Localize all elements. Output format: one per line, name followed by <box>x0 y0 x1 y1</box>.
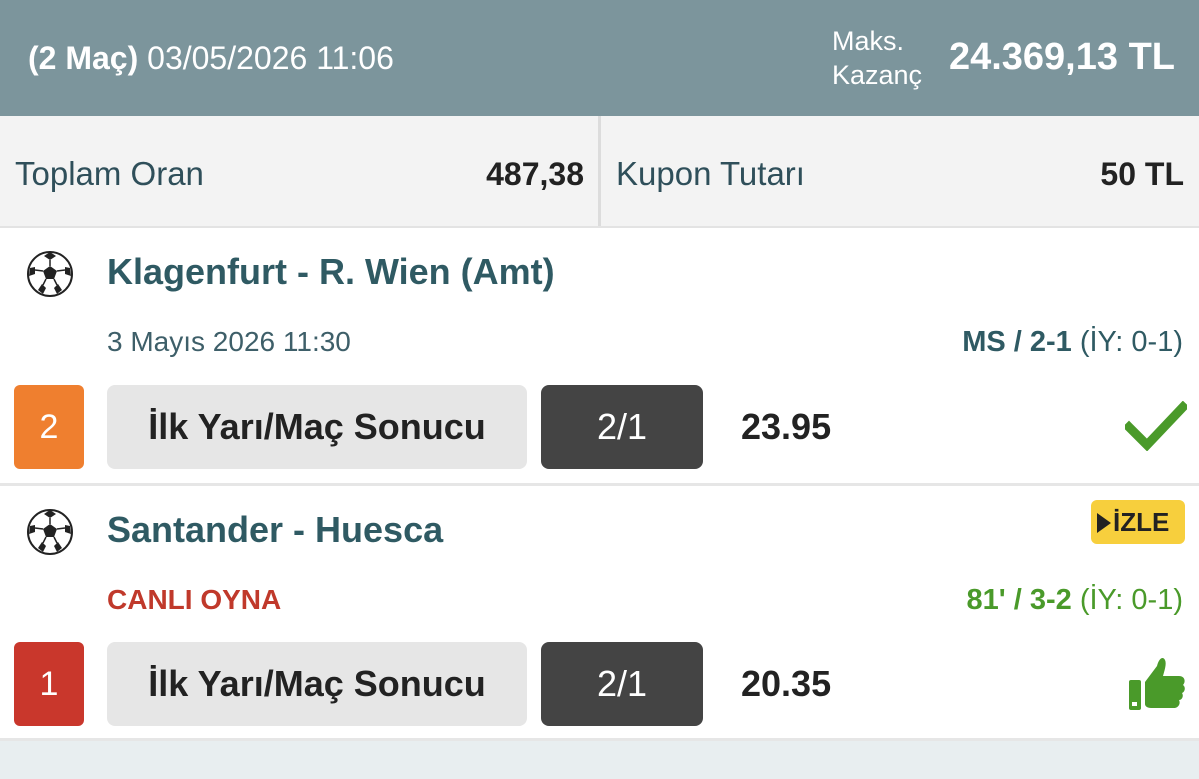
bet-number-badge: 2 <box>14 385 84 469</box>
thumbs-up-icon <box>1129 658 1185 710</box>
match-score: MS / 2-1 (İY: 0-1) <box>962 325 1183 359</box>
live-play-link[interactable]: CANLI OYNA <box>107 583 281 617</box>
bet-market: İlk Yarı/Maç Sonucu <box>107 642 527 726</box>
bet-odd: 23.95 <box>741 406 832 447</box>
max-win-label: Maks. Kazanç <box>832 26 923 90</box>
coupon-header: (2 Maç) 03/05/2026 11:06 Maks. Kazanç 24… <box>0 0 1199 116</box>
half-time-score: (İY: 0-1) <box>1079 584 1183 616</box>
watch-button[interactable]: İZLE <box>1091 500 1185 544</box>
total-odds-label: Toplam Oran <box>15 155 204 192</box>
coupon-summary: Toplam Oran 487,38 Kupon Tutarı 50 TL <box>0 116 1199 228</box>
half-time-score: (İY: 0-1) <box>1079 326 1183 358</box>
match-score: 81' / 3-2 (İY: 0-1) <box>967 583 1183 617</box>
bet-number-badge: 1 <box>14 642 84 726</box>
score-main: MS / 2-1 <box>962 326 1072 358</box>
check-icon <box>1125 401 1187 451</box>
bet-market: İlk Yarı/Maç Sonucu <box>107 385 527 469</box>
play-icon <box>1097 513 1111 533</box>
bet-pick: 2/1 <box>541 642 703 726</box>
soccer-ball-icon <box>27 509 73 555</box>
watch-label: İZLE <box>1113 507 1170 537</box>
footer-strip <box>0 741 1199 779</box>
summary-divider <box>598 116 601 226</box>
score-main: 81' / 3-2 <box>966 584 1072 616</box>
coupon-datetime: 03/05/2026 11:06 <box>147 40 394 76</box>
coupon-amount-value: 50 TL <box>1100 156 1184 192</box>
match-count: (2 Maç) <box>28 40 139 76</box>
match-date: 3 Mayıs 2026 11:30 <box>107 326 351 357</box>
coupon-amount-label: Kupon Tutarı <box>616 155 805 192</box>
coupon-info: (2 Maç) 03/05/2026 11:06 <box>28 38 394 78</box>
bet-odd: 20.35 <box>741 663 832 704</box>
max-win-value: 24.369,13 TL <box>948 36 1175 78</box>
match-teams: Klagenfurt - R. Wien (Amt) <box>107 251 555 292</box>
match-teams: Santander - Huesca <box>107 509 444 550</box>
match-row[interactable]: Santander - Huesca İZLE CANLI OYNA 81' /… <box>0 486 1199 741</box>
soccer-ball-icon <box>27 251 73 297</box>
total-odds-value: 487,38 <box>486 156 584 192</box>
match-row[interactable]: Klagenfurt - R. Wien (Amt) 3 Mayıs 2026 … <box>0 228 1199 486</box>
bet-pick: 2/1 <box>541 385 703 469</box>
